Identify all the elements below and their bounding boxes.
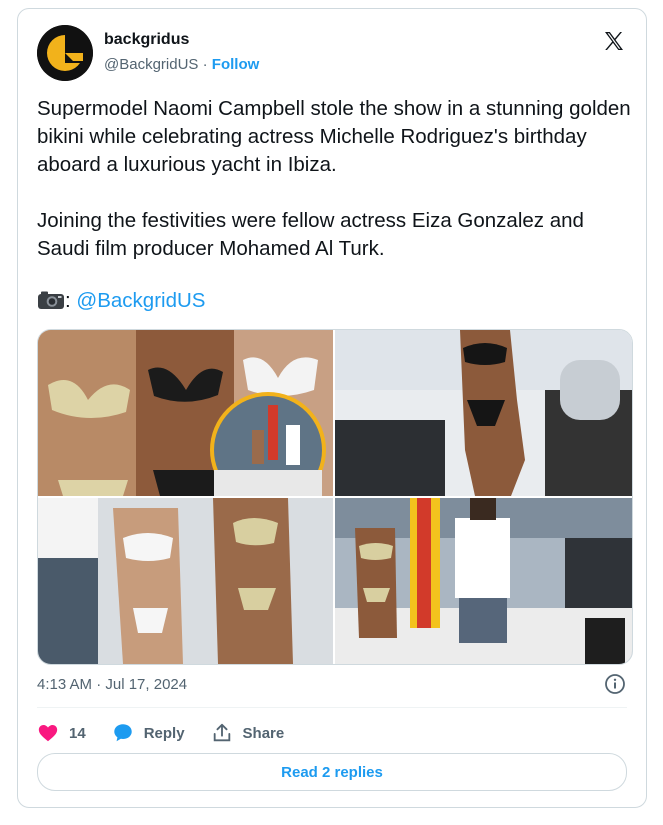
separator-dot: · <box>202 56 208 73</box>
heart-icon <box>38 725 58 742</box>
follow-button[interactable]: Follow <box>212 56 260 73</box>
credit-handle-link[interactable]: @BackgridUS <box>76 289 205 312</box>
author-handle-row: @BackgridUS · Follow <box>104 56 259 73</box>
like-count: 14 <box>69 724 86 742</box>
x-logo-icon[interactable] <box>602 29 626 53</box>
divider <box>37 707 627 708</box>
reply-button[interactable]: Reply <box>112 722 185 744</box>
tweet-timestamp[interactable]: 4:13 AM · Jul 17, 2024 <box>37 676 187 693</box>
share-label: Share <box>242 724 285 742</box>
tweet-text: Supermodel Naomi Campbell stole the show… <box>37 97 631 260</box>
media-photo-1[interactable] <box>38 330 333 496</box>
camera-icon <box>37 290 65 310</box>
media-photo-3[interactable] <box>38 498 333 664</box>
read-replies-button[interactable]: Read 2 replies <box>37 753 627 791</box>
media-grid <box>37 329 633 665</box>
action-bar: 14 Reply Share <box>37 721 310 745</box>
reply-label: Reply <box>143 724 185 742</box>
speech-bubble-icon <box>113 724 132 742</box>
credit-separator: : <box>65 289 77 312</box>
photo-credit: : @BackgridUS <box>37 287 205 315</box>
media-photo-2[interactable] <box>335 330 632 496</box>
author-name[interactable]: backgridus <box>104 31 189 49</box>
info-icon[interactable] <box>604 673 626 695</box>
backgrid-logo-icon <box>37 25 93 81</box>
share-button[interactable]: Share <box>211 722 285 744</box>
like-button[interactable]: 14 <box>37 722 86 744</box>
tweet-card: backgridus @BackgridUS · Follow Supermod… <box>17 8 647 808</box>
author-handle[interactable]: @BackgridUS <box>104 56 198 73</box>
share-upload-icon <box>213 723 230 742</box>
media-photo-4[interactable] <box>335 498 632 664</box>
avatar[interactable] <box>37 25 93 81</box>
